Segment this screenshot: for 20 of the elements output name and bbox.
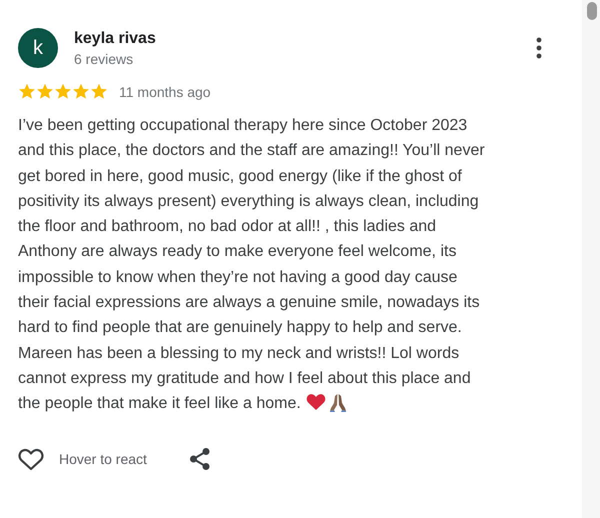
more-icon xyxy=(536,37,542,59)
heart-icon xyxy=(18,446,44,471)
more-options-button[interactable] xyxy=(536,37,542,59)
star-icon xyxy=(90,83,108,100)
react-button[interactable]: Hover to react xyxy=(18,446,147,471)
heart-icon xyxy=(306,393,326,412)
share-icon xyxy=(188,446,211,471)
star-icon xyxy=(36,83,54,100)
review-time: 11 months ago xyxy=(119,84,211,100)
praying-hands-icon xyxy=(328,393,348,414)
star-icon xyxy=(18,83,36,100)
star-icon xyxy=(54,83,72,100)
share-button[interactable] xyxy=(188,446,211,471)
star-icon xyxy=(72,83,90,100)
avatar[interactable]: k xyxy=(18,28,58,68)
review-text: I’ve been getting occupational therapy here since October 2023 and this place, the doctors and the staff are amazing!! You’ll never get bored in here, good music, good energy (like if the ghost of positivity its always present) everything is always clean, including the floor and bathroom, no bad odor at all!! , this ladies and Anthony are always ready to make everyone feel welcome, its impossible to know when they’re not having a good day cause their facial expressions are always a genuine smile, nowadays its hard to find people that are genuinely happy to help and serve. Mareen has been a blessing to my neck and wrists!! Lol words cannot express my gratitude and how I feel about this place and the people that make it feel like a home. xyxy=(18,116,486,416)
author-meta: 6 reviews xyxy=(74,50,134,66)
scrollbar[interactable] xyxy=(582,0,600,518)
scrollbar-thumb[interactable] xyxy=(587,2,597,20)
author-name[interactable]: keyla rivas xyxy=(74,30,156,48)
